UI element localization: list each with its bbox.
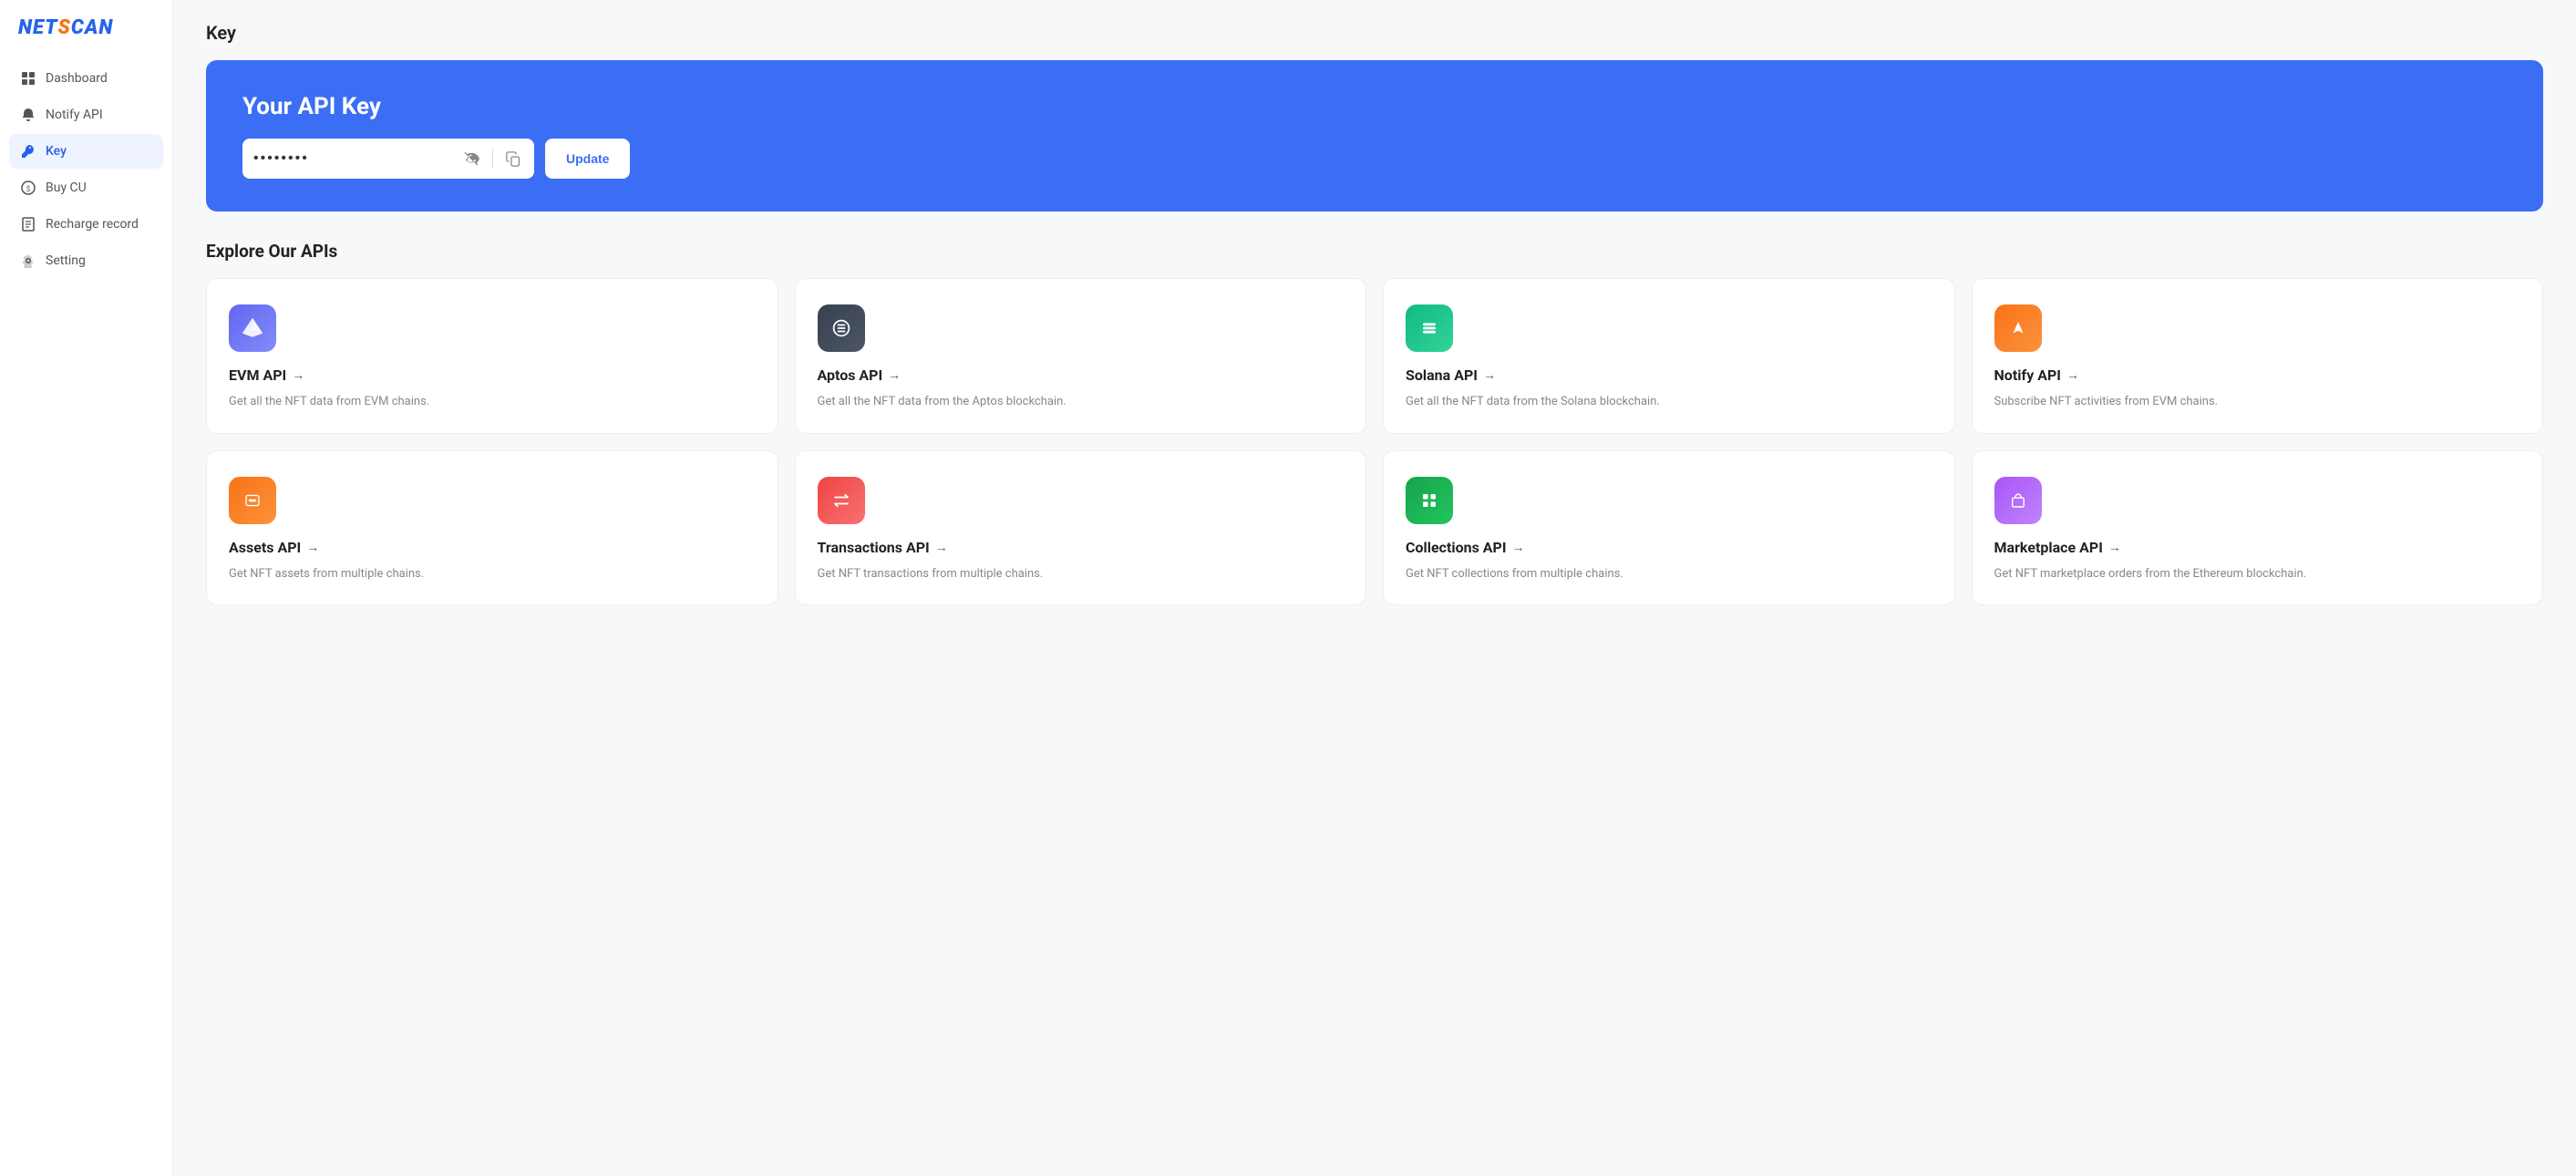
solana-icon [1406,304,1453,352]
api-card-collections[interactable]: Collections API → Get NFT collections fr… [1383,450,1955,606]
sidebar-item-buy-cu[interactable]: $ Buy CU [9,170,163,205]
evm-arrow-icon: → [292,367,304,383]
api-key-input-wrap [242,139,534,179]
logo: NETSCAN [0,16,172,61]
api-card-solana-name: Solana API → [1406,366,1932,384]
evm-icon [229,304,276,352]
main-content: Key Your API Key Update [173,0,2576,1176]
key-icon [20,143,36,160]
api-card-transactions-desc: Get NFT transactions from multiple chain… [818,565,1345,583]
svg-text:$: $ [26,185,31,193]
assets-icon [229,477,276,524]
api-card-solana[interactable]: Solana API → Get all the NFT data from t… [1383,278,1955,434]
api-card-assets-name: Assets API → [229,539,756,556]
api-card-aptos[interactable]: Aptos API → Get all the NFT data from th… [795,278,1367,434]
eye-off-icon [463,150,479,167]
copy-key-button[interactable] [504,151,523,167]
tag-icon: $ [20,180,36,196]
api-grid-row2: Assets API → Get NFT assets from multipl… [206,450,2543,606]
api-card-marketplace[interactable]: Marketplace API → Get NFT marketplace or… [1972,450,2544,606]
bell-icon [20,107,36,123]
aptos-icon [818,304,865,352]
explore-section-title: Explore Our APIs [206,241,2543,262]
api-key-input[interactable] [253,150,454,167]
api-card-marketplace-name: Marketplace API → [1994,539,2521,556]
api-card-transactions-name: Transactions API → [818,539,1345,556]
api-card-evm[interactable]: EVM API → Get all the NFT data from EVM … [206,278,778,434]
notify-arrow-icon: → [2066,367,2079,383]
api-card-solana-desc: Get all the NFT data from the Solana blo… [1406,393,1932,411]
assets-arrow-icon: → [306,540,319,555]
api-card-aptos-desc: Get all the NFT data from the Aptos bloc… [818,393,1345,411]
grid-icon [20,70,36,87]
transactions-arrow-icon: → [935,540,948,555]
sidebar-item-key-label: Key [46,144,67,159]
notify-icon [1994,304,2042,352]
api-card-transactions[interactable]: Transactions API → Get NFT transactions … [795,450,1367,606]
sidebar-item-setting[interactable]: Setting [9,243,163,278]
api-card-assets[interactable]: Assets API → Get NFT assets from multipl… [206,450,778,606]
sidebar-item-notify-api-label: Notify API [46,108,103,122]
sidebar-item-dashboard[interactable]: Dashboard [9,61,163,96]
api-key-banner: Your API Key Update [206,60,2543,211]
sidebar-nav: Dashboard Notify API Key $ [0,61,172,278]
api-key-banner-title: Your API Key [242,93,2507,120]
toggle-visibility-button[interactable] [461,150,481,167]
marketplace-icon [1994,477,2042,524]
api-card-evm-desc: Get all the NFT data from EVM chains. [229,393,756,411]
api-key-input-row: Update [242,139,2507,179]
api-card-aptos-name: Aptos API → [818,366,1345,384]
api-card-notify-name: Notify API → [1994,366,2521,384]
collections-icon [1406,477,1453,524]
collections-arrow-icon: → [1512,540,1525,555]
receipt-icon [20,216,36,232]
api-card-notify-desc: Subscribe NFT activities from EVM chains… [1994,393,2521,411]
copy-icon [506,151,521,167]
page-title: Key [206,22,2543,44]
gear-icon [20,253,36,269]
solana-arrow-icon: → [1483,367,1496,383]
sidebar: NETSCAN Dashboard Notify API [0,0,173,1176]
api-card-collections-desc: Get NFT collections from multiple chains… [1406,565,1932,583]
sidebar-item-recharge-record[interactable]: Recharge record [9,207,163,242]
sidebar-item-recharge-record-label: Recharge record [46,217,139,232]
aptos-arrow-icon: → [888,367,901,383]
api-card-collections-name: Collections API → [1406,539,1932,556]
sidebar-item-dashboard-label: Dashboard [46,71,108,86]
api-card-notify[interactable]: Notify API → Subscribe NFT activities fr… [1972,278,2544,434]
update-key-button[interactable]: Update [545,139,630,179]
api-card-evm-name: EVM API → [229,366,756,384]
sidebar-item-notify-api[interactable]: Notify API [9,98,163,132]
sidebar-item-key[interactable]: Key [9,134,163,169]
api-grid-row1: EVM API → Get all the NFT data from EVM … [206,278,2543,434]
transactions-icon [818,477,865,524]
sidebar-item-setting-label: Setting [46,253,86,268]
marketplace-arrow-icon: → [2108,540,2121,555]
sidebar-item-buy-cu-label: Buy CU [46,181,87,195]
api-card-marketplace-desc: Get NFT marketplace orders from the Ethe… [1994,565,2521,583]
api-key-divider [492,149,493,169]
api-card-assets-desc: Get NFT assets from multiple chains. [229,565,756,583]
